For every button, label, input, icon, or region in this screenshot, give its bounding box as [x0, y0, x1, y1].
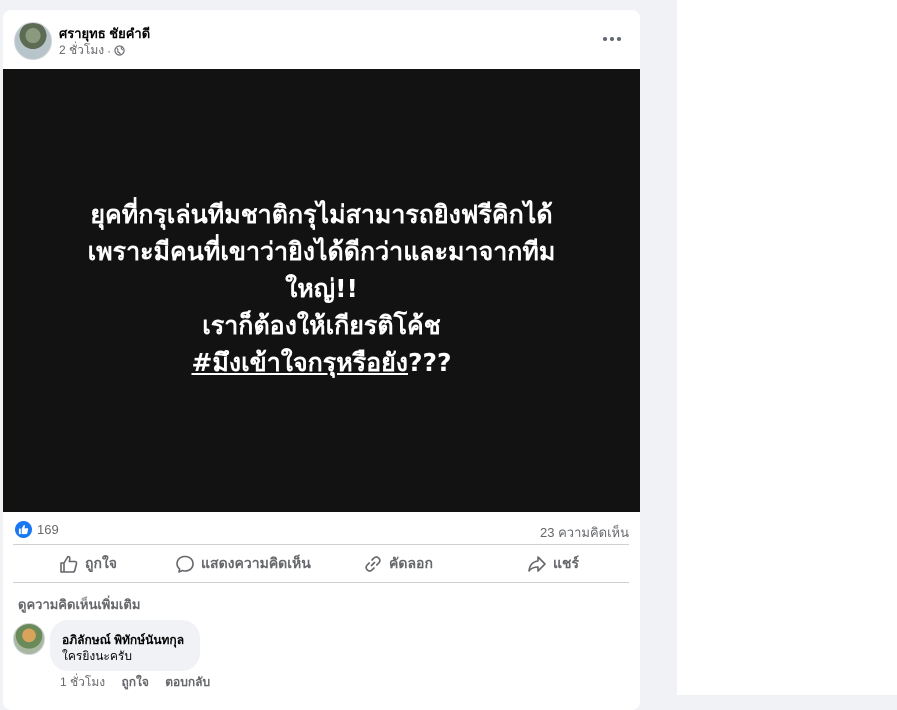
share-label: แชร์	[553, 555, 580, 571]
comment-text: ใครยิงนะครับ	[62, 649, 132, 663]
comment-count[interactable]: 23 ความคิดเห็น	[540, 522, 629, 543]
right-panel	[677, 0, 897, 695]
like-label: ถูกใจ	[85, 555, 117, 571]
post-header: ศรายุทธ ชัยคำดี 2 ชั่วโมง ·	[3, 10, 640, 69]
commenter-avatar[interactable]	[13, 623, 45, 655]
like-button[interactable]: ถูกใจ	[59, 546, 117, 582]
like-reaction-icon[interactable]	[15, 521, 32, 538]
image-text-line: #มึงเข้าใจกรุหรือยัง???	[3, 344, 640, 381]
comment-reply-button[interactable]: ตอบกลับ	[165, 675, 210, 689]
post-stats: 169 23 ความคิดเห็น	[3, 518, 640, 540]
comment-button[interactable]: แสดงความคิดเห็น	[175, 546, 311, 582]
author-avatar[interactable]	[14, 22, 52, 60]
share-button[interactable]: แชร์	[527, 546, 579, 582]
post-time[interactable]: 2 ชั่วโมง	[59, 41, 104, 60]
link-icon	[365, 556, 381, 572]
divider	[13, 544, 629, 545]
more-icon	[603, 37, 607, 41]
more-options-button[interactable]	[598, 28, 626, 50]
like-count[interactable]: 169	[37, 522, 59, 537]
globe-icon[interactable]	[114, 45, 125, 56]
copy-link-button[interactable]: คัดลอก	[363, 546, 433, 582]
comment-time[interactable]: 1 ชั่วโมง	[60, 675, 105, 689]
copy-label: คัดลอก	[389, 555, 433, 571]
image-text: ยุคที่กรุเล่นทีมชาติกรุไม่สามารถยิงฟรีคิ…	[3, 196, 640, 381]
action-bar: ถูกใจ แสดงความคิดเห็น คัดลอก แชร์	[13, 546, 629, 582]
image-text-line: เพราะมีคนที่เขาว่ายิงได้ดีกว่าและมาจากที…	[87, 237, 556, 266]
like-icon	[60, 555, 78, 573]
hashtag-suffix: ???	[408, 348, 452, 377]
image-text-line: ใหญ่!!	[285, 274, 358, 303]
post-image[interactable]: ยุคที่กรุเล่นทีมชาติกรุไม่สามารถยิงฟรีคิ…	[3, 69, 640, 512]
comment-icon	[176, 555, 194, 573]
comment-like-button[interactable]: ถูกใจ	[121, 675, 148, 689]
post-card: ศรายุทธ ชัยคำดี 2 ชั่วโมง · ยุคที่กรุเล่…	[3, 10, 640, 710]
hashtag: #มึงเข้าใจกรุหรือยัง	[191, 348, 408, 377]
meta-separator: ·	[107, 43, 112, 58]
divider	[13, 582, 629, 583]
view-more-comments-link[interactable]: ดูความคิดเห็นเพิ่มเติม	[18, 594, 140, 615]
image-text-line: เราก็ต้องให้เกียรติโค้ช	[202, 311, 441, 340]
comment-meta: 1 ชั่วโมง ถูกใจ ตอบกลับ	[60, 673, 223, 692]
comment-bubble: อภิลักษณ์ พิทักษ์นันทกุล ใครยิงนะครับ	[50, 620, 200, 671]
image-text-line: ยุคที่กรุเล่นทีมชาติกรุไม่สามารถยิงฟรีคิ…	[90, 200, 553, 229]
post-meta: 2 ชั่วโมง ·	[59, 41, 125, 60]
share-icon	[528, 556, 546, 572]
comment-label: แสดงความคิดเห็น	[201, 555, 311, 571]
